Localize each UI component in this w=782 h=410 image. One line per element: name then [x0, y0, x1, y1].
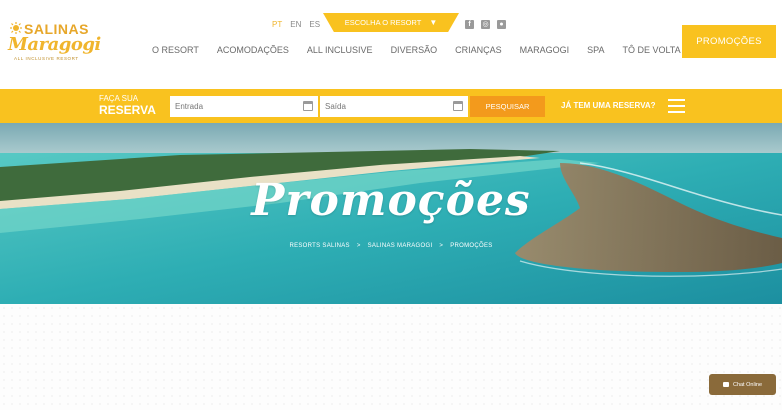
- nav-item-all-inclusive[interactable]: ALL INCLUSIVE: [307, 45, 373, 55]
- calendar-icon[interactable]: [303, 101, 313, 111]
- tripadvisor-icon[interactable]: ●: [497, 20, 506, 29]
- language-switcher: PT EN ES: [272, 20, 320, 29]
- main-nav: O RESORT ACOMODAÇÕES ALL INCLUSIVE DIVER…: [152, 45, 699, 55]
- search-button[interactable]: PESQUISAR: [470, 96, 545, 117]
- promotions-button[interactable]: PROMOÇÕES: [682, 25, 776, 58]
- lang-es[interactable]: ES: [309, 20, 320, 29]
- reservation-title-line1: FAÇA SUA: [99, 94, 139, 103]
- social-links: f ◎ ●: [465, 20, 506, 29]
- page-title: Promoções: [251, 175, 531, 226]
- nav-item-diversao[interactable]: DIVERSÃO: [391, 45, 438, 55]
- breadcrumb-item-promocoes: PROMOÇÕES: [450, 243, 493, 249]
- lang-en[interactable]: EN: [290, 20, 301, 29]
- checkout-field[interactable]: Saída: [320, 96, 468, 117]
- calendar-icon[interactable]: [453, 101, 463, 111]
- logo-brand-script: Maragogi: [8, 34, 101, 55]
- breadcrumb: RESORTS SALINAS > SALINAS MARAGOGI > PRO…: [0, 243, 782, 249]
- logo-tagline: ALL INCLUSIVE RESORT: [14, 56, 79, 61]
- nav-item-criancas[interactable]: CRIANÇAS: [455, 45, 502, 55]
- hero-banner: Promoções RESORTS SALINAS > SALINAS MARA…: [0, 123, 782, 304]
- logo[interactable]: SALINAS Maragogi ALL INCLUSIVE RESORT: [6, 20, 101, 64]
- chat-icon: [722, 382, 729, 387]
- nav-item-acomodacoes[interactable]: ACOMODAÇÕES: [217, 45, 289, 55]
- page: SALINAS Maragogi ALL INCLUSIVE RESORT PT…: [0, 0, 782, 410]
- chat-label: Chat Online: [732, 381, 763, 388]
- checkin-field[interactable]: Entrada: [170, 96, 318, 117]
- content-area: [0, 304, 782, 410]
- site-header: SALINAS Maragogi ALL INCLUSIVE RESORT PT…: [0, 0, 782, 88]
- menu-icon[interactable]: [668, 99, 685, 113]
- nav-item-maragogi[interactable]: MARAGOGI: [520, 45, 570, 55]
- checkin-placeholder: Entrada: [175, 102, 204, 111]
- checkout-placeholder: Saída: [325, 102, 346, 111]
- facebook-icon[interactable]: f: [465, 20, 474, 29]
- nav-item-to-de-volta[interactable]: TÔ DE VOLTA: [622, 45, 680, 55]
- breadcrumb-item-resorts-salinas[interactable]: RESORTS SALINAS: [289, 243, 349, 249]
- chat-online-button[interactable]: Chat Online: [709, 374, 776, 395]
- resort-select-dropdown[interactable]: ESCOLHA O RESORT ▼: [323, 13, 459, 32]
- reservation-bar: FAÇA SUA RESERVA Entrada Saída PESQUISAR…: [0, 89, 782, 123]
- nav-item-o-resort[interactable]: O RESORT: [152, 45, 199, 55]
- reservation-title-line2: RESERVA: [99, 103, 156, 117]
- breadcrumb-separator: >: [439, 243, 444, 249]
- chevron-down-icon: ▼: [429, 18, 438, 27]
- breadcrumb-item-salinas-maragogi[interactable]: SALINAS MARAGOGI: [368, 243, 433, 249]
- breadcrumb-separator: >: [356, 243, 361, 249]
- nav-item-spa[interactable]: SPA: [587, 45, 604, 55]
- lang-pt[interactable]: PT: [272, 20, 282, 29]
- instagram-icon[interactable]: ◎: [481, 20, 490, 29]
- resort-select-label: ESCOLHA O RESORT: [344, 18, 422, 27]
- reservation-title: FAÇA SUA RESERVA: [99, 94, 156, 117]
- have-reservation-link[interactable]: JÁ TEM UMA RESERVA?: [561, 101, 656, 110]
- sun-icon: [10, 22, 22, 34]
